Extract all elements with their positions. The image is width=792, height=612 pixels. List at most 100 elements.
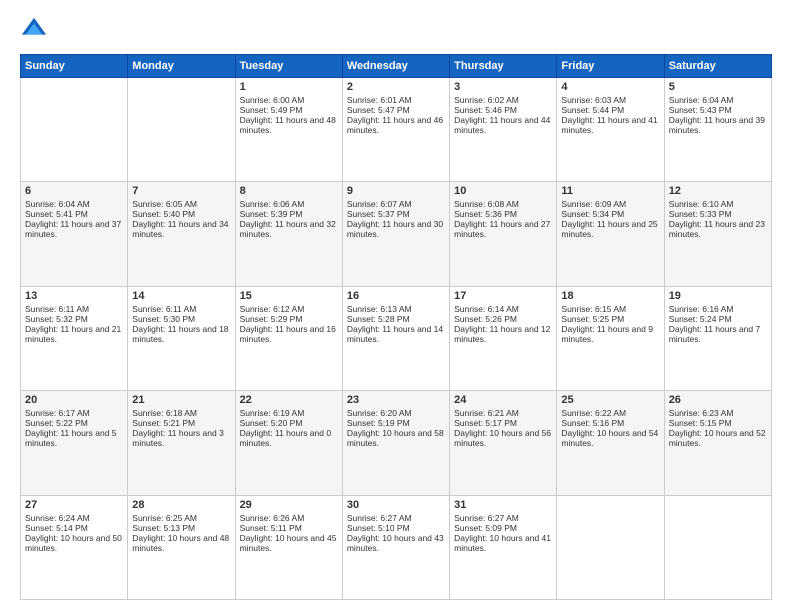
calendar-cell: 31Sunrise: 6:27 AMSunset: 5:09 PMDayligh… [450,495,557,599]
sunset-text: Sunset: 5:43 PM [669,105,767,115]
daylight-text: Daylight: 11 hours and 44 minutes. [454,115,552,135]
calendar-cell: 28Sunrise: 6:25 AMSunset: 5:13 PMDayligh… [128,495,235,599]
calendar-cell: 8Sunrise: 6:06 AMSunset: 5:39 PMDaylight… [235,182,342,286]
sunset-text: Sunset: 5:19 PM [347,418,445,428]
daylight-text: Daylight: 11 hours and 48 minutes. [240,115,338,135]
week-row-5: 27Sunrise: 6:24 AMSunset: 5:14 PMDayligh… [21,495,772,599]
daylight-text: Daylight: 11 hours and 41 minutes. [561,115,659,135]
sunrise-text: Sunrise: 6:14 AM [454,304,552,314]
weekday-header-sunday: Sunday [21,55,128,78]
calendar-cell: 30Sunrise: 6:27 AMSunset: 5:10 PMDayligh… [342,495,449,599]
calendar-cell [128,78,235,182]
calendar-cell: 25Sunrise: 6:22 AMSunset: 5:16 PMDayligh… [557,391,664,495]
sunrise-text: Sunrise: 6:12 AM [240,304,338,314]
sunrise-text: Sunrise: 6:04 AM [669,95,767,105]
sunrise-text: Sunrise: 6:15 AM [561,304,659,314]
sunset-text: Sunset: 5:30 PM [132,314,230,324]
sunrise-text: Sunrise: 6:18 AM [132,408,230,418]
daylight-text: Daylight: 11 hours and 27 minutes. [454,219,552,239]
day-number: 24 [454,394,552,406]
sunset-text: Sunset: 5:29 PM [240,314,338,324]
calendar-cell: 13Sunrise: 6:11 AMSunset: 5:32 PMDayligh… [21,286,128,390]
daylight-text: Daylight: 11 hours and 34 minutes. [132,219,230,239]
daylight-text: Daylight: 10 hours and 56 minutes. [454,428,552,448]
calendar-cell: 15Sunrise: 6:12 AMSunset: 5:29 PMDayligh… [235,286,342,390]
day-number: 14 [132,290,230,302]
calendar-cell: 4Sunrise: 6:03 AMSunset: 5:44 PMDaylight… [557,78,664,182]
sunset-text: Sunset: 5:49 PM [240,105,338,115]
calendar-cell: 17Sunrise: 6:14 AMSunset: 5:26 PMDayligh… [450,286,557,390]
day-number: 6 [25,185,123,197]
sunset-text: Sunset: 5:14 PM [25,523,123,533]
sunset-text: Sunset: 5:44 PM [561,105,659,115]
sunrise-text: Sunrise: 6:27 AM [347,513,445,523]
daylight-text: Daylight: 11 hours and 14 minutes. [347,324,445,344]
week-row-2: 6Sunrise: 6:04 AMSunset: 5:41 PMDaylight… [21,182,772,286]
daylight-text: Daylight: 11 hours and 9 minutes. [561,324,659,344]
weekday-header-wednesday: Wednesday [342,55,449,78]
calendar-cell: 20Sunrise: 6:17 AMSunset: 5:22 PMDayligh… [21,391,128,495]
daylight-text: Daylight: 10 hours and 58 minutes. [347,428,445,448]
day-number: 4 [561,81,659,93]
calendar-cell: 2Sunrise: 6:01 AMSunset: 5:47 PMDaylight… [342,78,449,182]
calendar-table: SundayMondayTuesdayWednesdayThursdayFrid… [20,54,772,600]
calendar-cell: 16Sunrise: 6:13 AMSunset: 5:28 PMDayligh… [342,286,449,390]
sunset-text: Sunset: 5:22 PM [25,418,123,428]
sunrise-text: Sunrise: 6:08 AM [454,199,552,209]
daylight-text: Daylight: 11 hours and 32 minutes. [240,219,338,239]
week-row-1: 1Sunrise: 6:00 AMSunset: 5:49 PMDaylight… [21,78,772,182]
sunrise-text: Sunrise: 6:10 AM [669,199,767,209]
day-number: 20 [25,394,123,406]
sunset-text: Sunset: 5:10 PM [347,523,445,533]
sunset-text: Sunset: 5:47 PM [347,105,445,115]
daylight-text: Daylight: 10 hours and 45 minutes. [240,533,338,553]
weekday-header-row: SundayMondayTuesdayWednesdayThursdayFrid… [21,55,772,78]
calendar-cell: 21Sunrise: 6:18 AMSunset: 5:21 PMDayligh… [128,391,235,495]
calendar-cell: 9Sunrise: 6:07 AMSunset: 5:37 PMDaylight… [342,182,449,286]
calendar-cell: 14Sunrise: 6:11 AMSunset: 5:30 PMDayligh… [128,286,235,390]
day-number: 3 [454,81,552,93]
sunrise-text: Sunrise: 6:19 AM [240,408,338,418]
logo [20,16,52,44]
sunrise-text: Sunrise: 6:02 AM [454,95,552,105]
page: SundayMondayTuesdayWednesdayThursdayFrid… [0,0,792,612]
sunrise-text: Sunrise: 6:20 AM [347,408,445,418]
calendar-cell [664,495,771,599]
daylight-text: Daylight: 11 hours and 46 minutes. [347,115,445,135]
calendar-cell: 10Sunrise: 6:08 AMSunset: 5:36 PMDayligh… [450,182,557,286]
sunrise-text: Sunrise: 6:11 AM [132,304,230,314]
sunrise-text: Sunrise: 6:27 AM [454,513,552,523]
daylight-text: Daylight: 11 hours and 16 minutes. [240,324,338,344]
sunrise-text: Sunrise: 6:00 AM [240,95,338,105]
sunrise-text: Sunrise: 6:24 AM [25,513,123,523]
calendar-cell: 23Sunrise: 6:20 AMSunset: 5:19 PMDayligh… [342,391,449,495]
sunset-text: Sunset: 5:25 PM [561,314,659,324]
sunrise-text: Sunrise: 6:22 AM [561,408,659,418]
daylight-text: Daylight: 11 hours and 37 minutes. [25,219,123,239]
sunrise-text: Sunrise: 6:06 AM [240,199,338,209]
day-number: 31 [454,499,552,511]
sunrise-text: Sunrise: 6:01 AM [347,95,445,105]
day-number: 12 [669,185,767,197]
sunrise-text: Sunrise: 6:17 AM [25,408,123,418]
day-number: 25 [561,394,659,406]
calendar-cell: 11Sunrise: 6:09 AMSunset: 5:34 PMDayligh… [557,182,664,286]
calendar-cell: 5Sunrise: 6:04 AMSunset: 5:43 PMDaylight… [664,78,771,182]
weekday-header-friday: Friday [557,55,664,78]
daylight-text: Daylight: 11 hours and 12 minutes. [454,324,552,344]
calendar-cell: 7Sunrise: 6:05 AMSunset: 5:40 PMDaylight… [128,182,235,286]
sunset-text: Sunset: 5:16 PM [561,418,659,428]
sunset-text: Sunset: 5:15 PM [669,418,767,428]
daylight-text: Daylight: 11 hours and 30 minutes. [347,219,445,239]
calendar-cell: 1Sunrise: 6:00 AMSunset: 5:49 PMDaylight… [235,78,342,182]
day-number: 29 [240,499,338,511]
daylight-text: Daylight: 11 hours and 25 minutes. [561,219,659,239]
day-number: 28 [132,499,230,511]
sunset-text: Sunset: 5:28 PM [347,314,445,324]
sunset-text: Sunset: 5:32 PM [25,314,123,324]
daylight-text: Daylight: 10 hours and 43 minutes. [347,533,445,553]
sunset-text: Sunset: 5:33 PM [669,209,767,219]
sunset-text: Sunset: 5:41 PM [25,209,123,219]
daylight-text: Daylight: 11 hours and 21 minutes. [25,324,123,344]
day-number: 5 [669,81,767,93]
